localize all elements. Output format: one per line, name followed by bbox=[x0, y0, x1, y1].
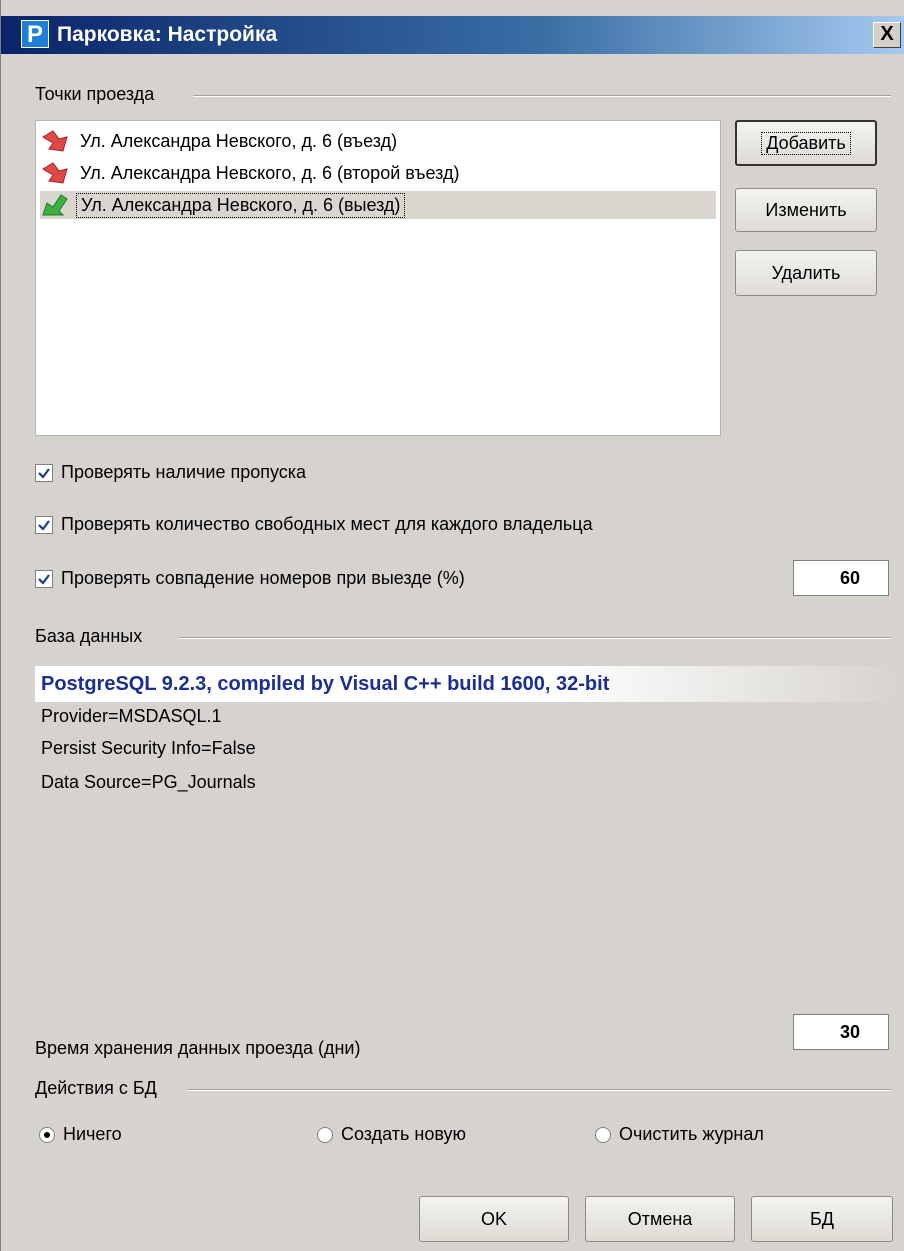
check-label: Проверять наличие пропуска bbox=[61, 462, 307, 482]
group-divider bbox=[187, 1089, 891, 1091]
radio-label: Очистить журнал bbox=[619, 1124, 764, 1144]
radio-clear-journal[interactable]: Очистить журнал bbox=[595, 1124, 764, 1145]
close-button[interactable]: X bbox=[873, 22, 901, 48]
edit-button[interactable]: Изменить bbox=[735, 188, 877, 232]
db-connection-line: Provider=MSDASQL.1 bbox=[41, 706, 222, 726]
entry-arrow-icon bbox=[40, 160, 70, 186]
check-free-places[interactable]: Проверять количество свободных мест для … bbox=[35, 514, 593, 535]
database-version: PostgreSQL 9.2.3, compiled by Visual C++… bbox=[35, 666, 903, 702]
checkbox[interactable] bbox=[35, 569, 53, 588]
radio-create-new[interactable]: Создать новую bbox=[317, 1124, 466, 1145]
list-item-label: Ул. Александра Невского, д. 6 (второй въ… bbox=[80, 162, 460, 183]
check-label: Проверять количество свободных мест для … bbox=[61, 514, 593, 534]
entry-arrow-icon bbox=[40, 128, 70, 154]
retention-days-input[interactable]: 30 bbox=[793, 1014, 889, 1050]
cancel-button[interactable]: Отмена bbox=[585, 1196, 735, 1242]
exit-arrow-icon bbox=[40, 192, 70, 218]
check-plate-match[interactable]: Проверять совпадение номеров при выезде … bbox=[35, 568, 465, 589]
list-item-label: Ул. Александра Невского, д. 6 (выезд) bbox=[76, 192, 406, 218]
db-actions-group-label: Действия с БД bbox=[35, 1078, 157, 1098]
db-connection-line: Persist Security Info=False bbox=[41, 738, 256, 758]
parking-app-icon: P bbox=[21, 20, 49, 48]
passage-points-group-label: Точки проезда bbox=[35, 84, 155, 104]
list-item-selected[interactable]: Ул. Александра Невского, д. 6 (выезд) bbox=[40, 191, 716, 219]
list-item-label: Ул. Александра Невского, д. 6 (въезд) bbox=[80, 130, 398, 151]
db-connection-line: Data Source=PG_Journals bbox=[41, 772, 256, 792]
delete-button[interactable]: Удалить bbox=[735, 250, 877, 296]
ok-button[interactable]: OK bbox=[419, 1196, 569, 1242]
checkbox[interactable] bbox=[35, 463, 53, 482]
retention-label: Время хранения данных проезда (дни) bbox=[35, 1038, 361, 1058]
database-group-label: База данных bbox=[35, 626, 143, 646]
match-percent-input[interactable]: 60 bbox=[793, 560, 889, 596]
passage-points-list[interactable]: Ул. Александра Невского, д. 6 (въезд) Ул… bbox=[35, 120, 721, 436]
db-button[interactable]: БД bbox=[751, 1196, 893, 1242]
check-pass-presence[interactable]: Проверять наличие пропуска bbox=[35, 462, 306, 483]
checkmark-icon bbox=[38, 573, 50, 585]
title-bar[interactable]: P Парковка: Настройка X bbox=[1, 16, 904, 54]
settings-dialog: P Парковка: Настройка X Точки проезда Ул… bbox=[0, 0, 904, 1251]
checkmark-icon bbox=[38, 467, 50, 479]
radio-button[interactable] bbox=[39, 1126, 55, 1143]
window-title: Парковка: Настройка bbox=[57, 23, 278, 46]
group-divider bbox=[193, 95, 891, 97]
group-divider bbox=[179, 637, 891, 639]
radio-label: Создать новую bbox=[341, 1124, 467, 1144]
radio-label: Ничего bbox=[63, 1124, 122, 1144]
radio-nothing[interactable]: Ничего bbox=[39, 1124, 122, 1145]
list-item[interactable]: Ул. Александра Невского, д. 6 (въезд) bbox=[40, 127, 716, 155]
radio-button[interactable] bbox=[595, 1126, 611, 1143]
checkbox[interactable] bbox=[35, 515, 53, 534]
radio-button[interactable] bbox=[317, 1126, 333, 1143]
add-button[interactable]: Добавить bbox=[735, 120, 877, 166]
checkmark-icon bbox=[38, 519, 50, 531]
list-item[interactable]: Ул. Александра Невского, д. 6 (второй въ… bbox=[40, 159, 716, 187]
check-label: Проверять совпадение номеров при выезде … bbox=[61, 568, 465, 588]
